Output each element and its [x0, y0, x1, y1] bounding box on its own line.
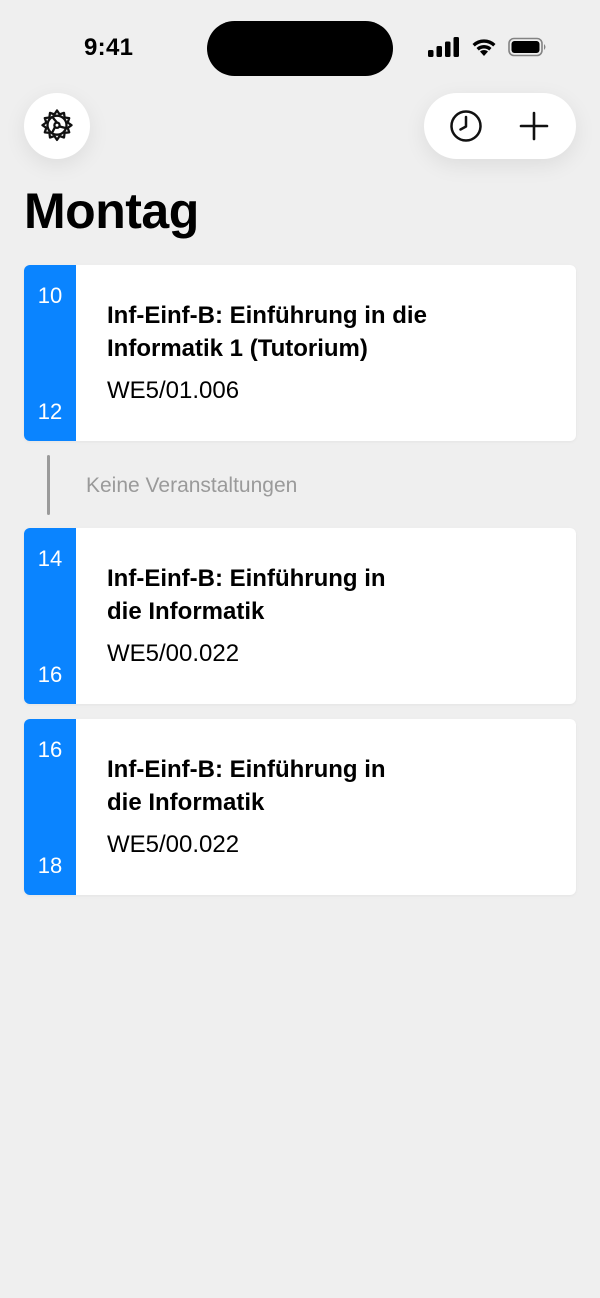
event-title-line: Inf-Einf-B: Einführung in [107, 565, 386, 592]
day-title: Montag [24, 183, 199, 239]
event-title: Inf-Einf-B: Einführung in die Informatik [107, 562, 556, 628]
event-card[interactable]: 10 12 Inf-Einf-B: Einführung in die Info… [24, 265, 576, 441]
dynamic-island [207, 21, 393, 76]
add-event-button[interactable] [506, 98, 562, 154]
clock-icon [450, 110, 482, 142]
event-room: WE5/00.022 [107, 831, 240, 858]
event-title-line: Informatik 1 (Tutorium) [107, 335, 368, 362]
event-room: WE5/00.022 [107, 640, 240, 667]
settings-button[interactable] [24, 93, 90, 159]
event-title: Inf-Einf-B: Einführung in die Informatik… [107, 299, 556, 365]
event-end-hour: 12 [37, 399, 63, 424]
event-room: WE5/01.006 [107, 377, 240, 404]
event-title-line: die Informatik [107, 598, 265, 625]
event-start-hour: 14 [37, 546, 63, 571]
plus-icon [519, 111, 549, 141]
event-start-hour: 10 [37, 283, 63, 308]
event-start-hour: 16 [37, 737, 63, 762]
event-title-line: Inf-Einf-B: Einführung in [107, 756, 386, 783]
history-button[interactable] [438, 98, 494, 154]
cellular-signal-icon [428, 37, 459, 57]
gap-divider-line [47, 455, 50, 515]
event-time-bar: 14 16 [24, 528, 76, 704]
event-title-line: die Informatik [107, 789, 265, 816]
toolbar-pill [424, 93, 576, 159]
event-details: Inf-Einf-B: Einführung in die Informatik… [107, 299, 556, 406]
event-time-bar: 16 18 [24, 719, 76, 895]
event-details: Inf-Einf-B: Einführung in die Informatik… [107, 562, 556, 669]
no-events-gap: Keine Veranstaltungen [47, 455, 447, 515]
gear-icon [41, 109, 73, 142]
event-title: Inf-Einf-B: Einführung in die Informatik [107, 753, 556, 819]
event-card[interactable]: 14 16 Inf-Einf-B: Einführung in die Info… [24, 528, 576, 704]
screen: 9:41 Montag 10 12 Inf-Einf-B: Einführung… [0, 0, 600, 1298]
status-icons [428, 37, 548, 57]
battery-icon [508, 37, 546, 57]
event-title-line: Inf-Einf-B: Einführung in die [107, 302, 427, 329]
event-end-hour: 16 [37, 662, 63, 687]
status-time: 9:41 [84, 34, 134, 61]
event-end-hour: 18 [37, 853, 63, 878]
event-card[interactable]: 16 18 Inf-Einf-B: Einführung in die Info… [24, 719, 576, 895]
no-events-label: Keine Veranstaltungen [86, 474, 298, 497]
wifi-icon [472, 39, 496, 56]
event-details: Inf-Einf-B: Einführung in die Informatik… [107, 753, 556, 860]
event-time-bar: 10 12 [24, 265, 76, 441]
